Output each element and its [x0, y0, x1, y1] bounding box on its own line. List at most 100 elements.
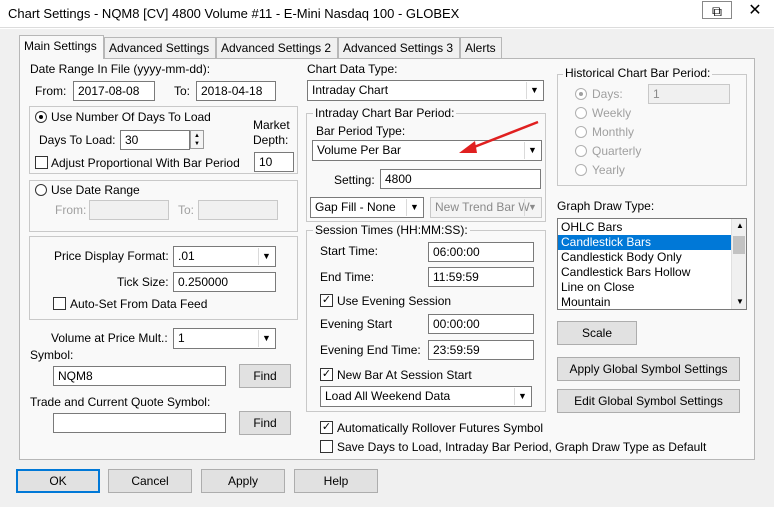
historical-weekly-radio[interactable]	[575, 107, 587, 119]
range-from-field[interactable]	[89, 200, 169, 220]
restore-icon[interactable]: ⧉	[702, 1, 732, 19]
historical-yearly-radio[interactable]	[575, 164, 587, 176]
use-date-range-radio[interactable]	[35, 184, 47, 196]
list-item[interactable]: Candlestick Bars Hollow	[558, 265, 731, 280]
chevron-down-icon: ▼	[514, 388, 530, 405]
chart-data-type-value: Intraday Chart	[312, 83, 389, 97]
new-bar-session-start-checkbox[interactable]: ✓	[320, 368, 333, 381]
tab-alerts[interactable]: Alerts	[460, 37, 502, 58]
file-to-field[interactable]: 2018-04-18	[196, 81, 276, 101]
annotation-arrow-icon	[459, 120, 539, 153]
use-date-range-label: Use Date Range	[51, 183, 140, 197]
list-scrollbar[interactable]: ▲ ▼	[731, 219, 746, 309]
chevron-down-icon: ▼	[406, 199, 422, 216]
session-group-title: Session Times (HH:MM:SS):	[313, 223, 470, 237]
list-item-selected[interactable]: Candlestick Bars	[558, 235, 731, 250]
end-time-label: End Time:	[320, 270, 375, 284]
close-icon[interactable]: ✕	[740, 2, 770, 22]
list-item[interactable]: Candlestick Body Only	[558, 250, 731, 265]
range-from-label: From:	[55, 203, 87, 217]
auto-set-label: Auto-Set From Data Feed	[70, 297, 208, 311]
symbol-field[interactable]: NQM8	[53, 366, 226, 386]
use-number-of-days-radio[interactable]	[35, 111, 47, 123]
market-depth-field[interactable]: 10	[254, 152, 294, 172]
price-format-label: Price Display Format:	[54, 249, 169, 263]
weekend-data-value: Load All Weekend Data	[325, 389, 451, 403]
tick-size-label: Tick Size:	[117, 275, 169, 289]
chevron-down-icon: ▼	[258, 248, 274, 265]
list-item[interactable]: Line on Close	[558, 280, 731, 295]
historical-quarterly-radio[interactable]	[575, 145, 587, 157]
trade-symbol-find-button[interactable]: Find	[239, 411, 291, 435]
volume-mult-select[interactable]: 1 ▼	[173, 328, 276, 349]
historical-monthly-label: Monthly	[592, 125, 635, 139]
scroll-down-icon[interactable]: ▼	[736, 297, 744, 306]
days-to-load-label: Days To Load:	[39, 133, 116, 147]
tab-advanced-settings-3[interactable]: Advanced Settings 3	[338, 37, 460, 58]
window-title: Chart Settings - NQM8 [CV] 4800 Volume #…	[8, 6, 460, 21]
chart-data-type-label: Chart Data Type:	[307, 62, 398, 76]
apply-global-symbol-settings-button[interactable]: Apply Global Symbol Settings	[557, 357, 740, 381]
start-time-field[interactable]: 06:00:00	[428, 242, 534, 262]
gap-fill-select[interactable]: Gap Fill - None ▼	[310, 197, 424, 218]
historical-group-title: Historical Chart Bar Period:	[563, 66, 713, 80]
auto-set-checkbox[interactable]	[53, 297, 66, 310]
symbol-find-button[interactable]: Find	[239, 364, 291, 388]
help-button[interactable]: Help	[294, 469, 378, 493]
auto-rollover-checkbox[interactable]: ✓	[320, 421, 333, 434]
chart-data-type-select[interactable]: Intraday Chart ▼	[307, 80, 544, 101]
scroll-up-icon[interactable]: ▲	[736, 221, 744, 230]
evening-end-field[interactable]: 23:59:59	[428, 340, 534, 360]
days-to-load-stepper[interactable]: ▲ ▼	[190, 130, 204, 149]
days-to-load-field[interactable]: 30	[120, 130, 190, 150]
apply-button[interactable]: Apply	[201, 469, 285, 493]
list-item[interactable]: Mountain	[558, 295, 731, 309]
tab-advanced-settings[interactable]: Advanced Settings	[104, 37, 216, 58]
price-format-value: .01	[178, 249, 195, 263]
list-item[interactable]: OHLC Bars	[558, 220, 731, 235]
range-to-field[interactable]	[198, 200, 278, 220]
historical-days-label: Days:	[592, 87, 623, 101]
bar-period-type-value: Volume Per Bar	[317, 143, 402, 157]
graph-draw-type-list[interactable]: OHLC Bars Candlestick Bars Candlestick B…	[557, 218, 747, 310]
new-trend-bar-select[interactable]: New Trend Bar W ▼	[430, 197, 542, 218]
evening-start-label: Evening Start	[320, 317, 393, 331]
use-number-of-days-label: Use Number Of Days To Load	[51, 110, 211, 124]
market-depth-label-2: Depth:	[253, 133, 289, 147]
historical-weekly-label: Weekly	[592, 106, 632, 120]
intraday-group-title: Intraday Chart Bar Period:	[313, 106, 457, 120]
gap-fill-value: Gap Fill - None	[315, 200, 396, 214]
historical-days-field[interactable]: 1	[648, 84, 730, 104]
adjust-proportional-checkbox[interactable]	[35, 156, 48, 169]
historical-yearly-label: Yearly	[592, 163, 625, 177]
tab-advanced-settings-2[interactable]: Advanced Settings 2	[216, 37, 338, 58]
use-evening-session-checkbox[interactable]: ✓	[320, 294, 333, 307]
end-time-field[interactable]: 11:59:59	[428, 267, 534, 287]
symbol-label: Symbol:	[30, 348, 74, 362]
start-time-label: Start Time:	[320, 244, 379, 258]
evening-start-field[interactable]: 00:00:00	[428, 314, 534, 334]
stepper-down-icon: ▼	[194, 141, 200, 147]
edit-global-symbol-settings-button[interactable]: Edit Global Symbol Settings	[557, 389, 740, 413]
historical-days-radio[interactable]	[575, 88, 587, 100]
use-evening-session-label: Use Evening Session	[337, 294, 452, 308]
scroll-thumb[interactable]	[733, 236, 745, 254]
cancel-button[interactable]: Cancel	[108, 469, 192, 493]
tick-size-field[interactable]: 0.250000	[173, 272, 276, 292]
save-default-checkbox[interactable]	[320, 440, 333, 453]
setting-field[interactable]: 4800	[380, 169, 541, 189]
trade-symbol-field[interactable]	[53, 413, 226, 433]
chevron-down-icon: ▼	[526, 82, 542, 99]
weekend-data-select[interactable]: Load All Weekend Data ▼	[320, 386, 532, 407]
bar-period-type-label: Bar Period Type:	[316, 124, 406, 138]
auto-rollover-label: Automatically Rollover Futures Symbol	[337, 421, 544, 435]
historical-quarterly-label: Quarterly	[592, 144, 642, 158]
file-from-field[interactable]: 2017-08-08	[73, 81, 155, 101]
adjust-proportional-label: Adjust Proportional With Bar Period	[51, 156, 240, 170]
ok-button[interactable]: OK	[16, 469, 100, 493]
historical-monthly-radio[interactable]	[575, 126, 587, 138]
tab-main-settings[interactable]: Main Settings	[19, 35, 104, 59]
scale-button[interactable]: Scale	[557, 321, 637, 345]
file-from-label: From:	[35, 84, 67, 98]
price-format-select[interactable]: .01 ▼	[173, 246, 276, 267]
